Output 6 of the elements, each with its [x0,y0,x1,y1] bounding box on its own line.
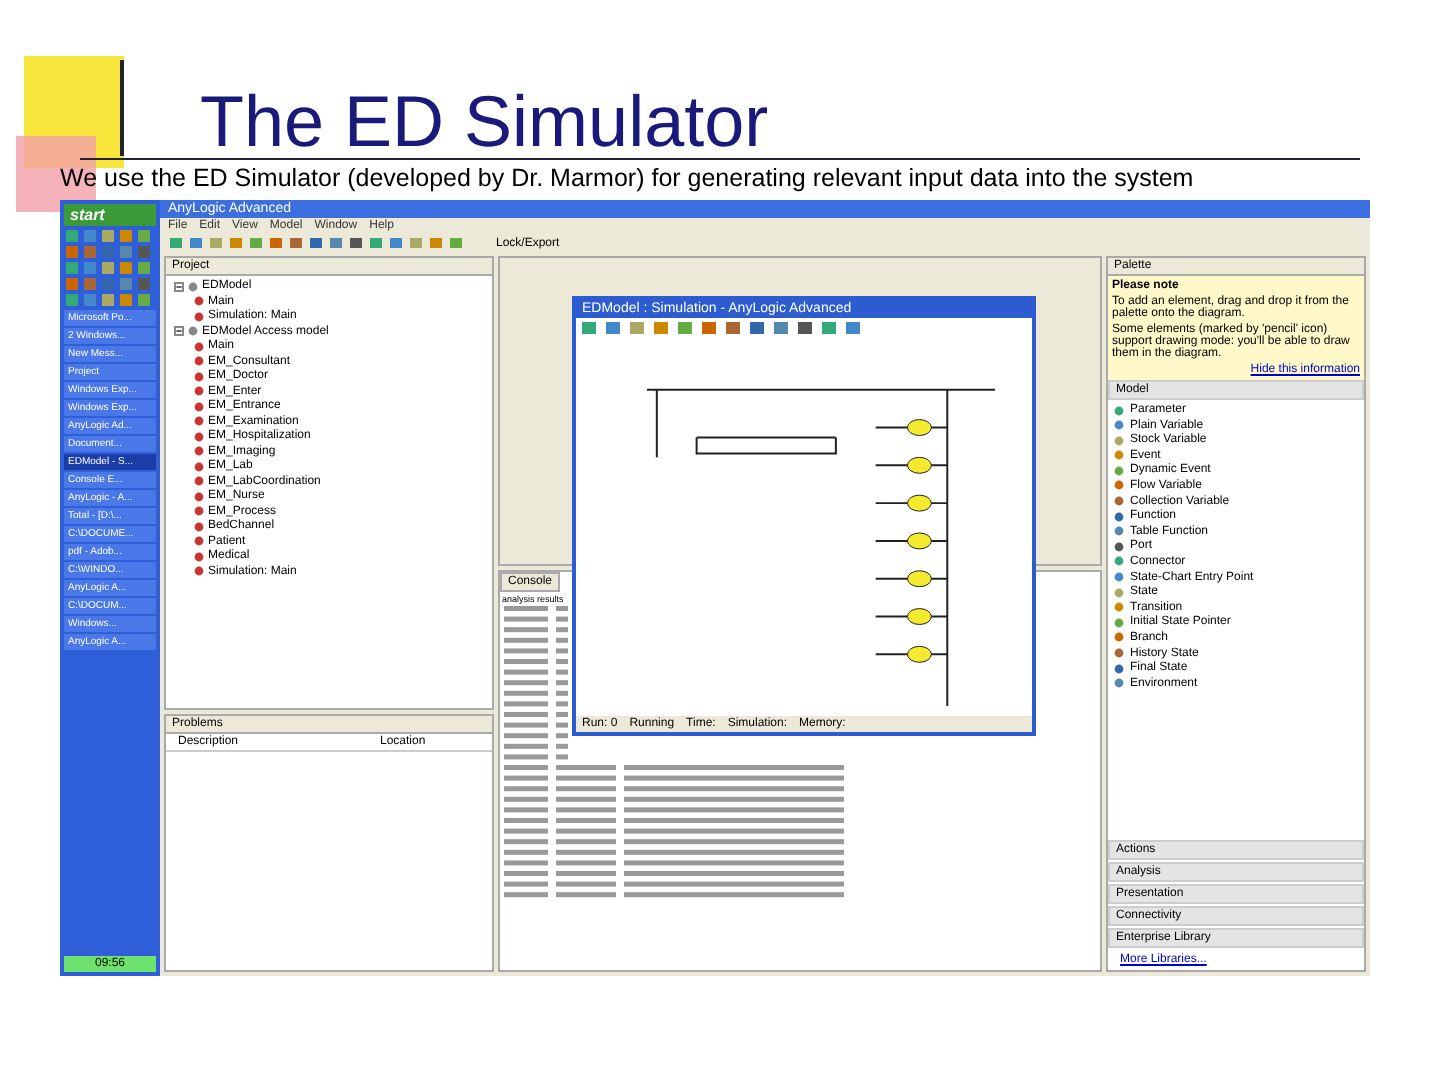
start-button[interactable]: start [64,204,156,226]
collapse-icon[interactable] [174,326,184,336]
slide-subtitle: We use the ED Simulator (developed by Dr. Marmor) for generating relevant input data into the system [60,164,1194,192]
quick-launch-icons-drawing[interactable] [64,228,156,308]
collapse-icon[interactable] [174,281,184,291]
slide-title: The ED Simulator [200,80,769,164]
